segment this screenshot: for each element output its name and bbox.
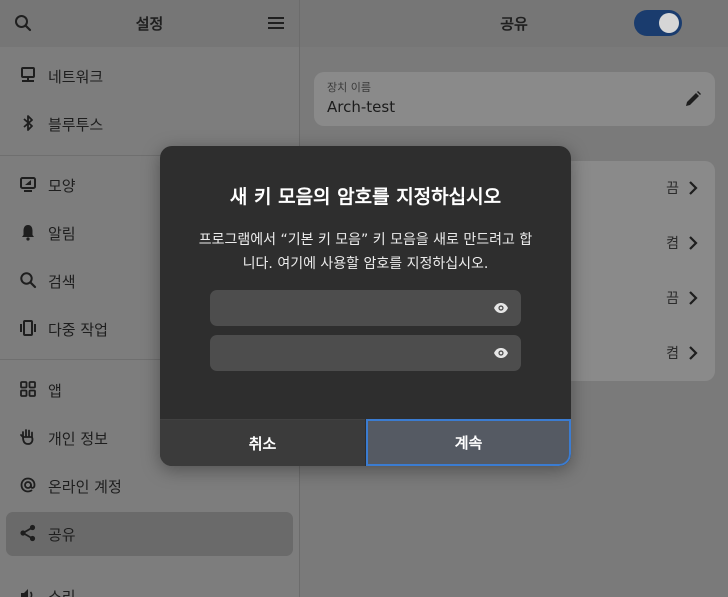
- network-icon: [21, 67, 35, 82]
- sidebar-item-label: 소리: [48, 588, 76, 597]
- bluetooth-icon: [23, 115, 33, 131]
- sidebar-item-label: 앱: [48, 382, 62, 400]
- multitasking-icon: [20, 320, 36, 336]
- row-state: 켬: [666, 346, 679, 362]
- apps-grid-icon: [20, 381, 36, 397]
- dialog-title: 새 키 모음의 암호를 지정하십시오: [229, 186, 502, 208]
- chevron-right-icon: [689, 346, 698, 360]
- chevron-right-icon: [689, 291, 698, 305]
- hand-icon: [20, 429, 34, 445]
- sidebar-item-label: 알림: [48, 225, 76, 243]
- row-state: 켬: [666, 236, 679, 252]
- device-name-row[interactable]: 장치 이름 Arch-test: [314, 72, 715, 126]
- cancel-button[interactable]: 취소: [160, 419, 365, 466]
- device-name-label: 장치 이름: [327, 81, 371, 94]
- search-icon: [20, 272, 37, 289]
- dialog-message: 프로그램에서 “기본 키 모음” 키 모음을 새로 만드려고 합니다. 여기에 …: [198, 232, 533, 272]
- toggle-knob: [659, 13, 679, 33]
- share-icon: [20, 524, 36, 542]
- appearance-icon: [20, 177, 36, 192]
- main-menu-button[interactable]: [261, 8, 291, 38]
- pencil-icon[interactable]: [683, 89, 703, 109]
- sidebar-item-label: 개인 정보: [48, 430, 108, 448]
- eye-icon[interactable]: [493, 345, 509, 361]
- sidebar-header: 설정: [0, 0, 299, 47]
- chevron-right-icon: [689, 181, 698, 195]
- dialog-actions: 취소 계속: [160, 419, 571, 466]
- password-field[interactable]: [210, 290, 521, 326]
- sidebar-item-label: 네트워크: [48, 68, 104, 86]
- sidebar-item-label: 다중 작업: [48, 321, 108, 339]
- sidebar-item-network[interactable]: 네트워크: [6, 54, 293, 98]
- sidebar-item-label: 모양: [48, 177, 76, 195]
- settings-window: 설정 네트워크 블루투스 모양 알림 검색 다중 작업 앱 개인 정보 온라인 …: [0, 0, 728, 597]
- row-state: 끔: [666, 181, 679, 197]
- row-state: 끔: [666, 291, 679, 307]
- sidebar-item-sound[interactable]: 소리: [6, 574, 293, 597]
- confirm-password-field[interactable]: [210, 335, 521, 371]
- sharing-toggle[interactable]: [634, 10, 682, 36]
- sidebar-title: 설정: [135, 15, 164, 33]
- sidebar-item-label: 블루투스: [48, 116, 104, 134]
- bell-icon: [22, 225, 34, 241]
- hamburger-menu-icon: [268, 17, 284, 29]
- sidebar-item-bluetooth[interactable]: 블루투스: [6, 102, 293, 146]
- sidebar-item-online-accounts[interactable]: 온라인 계정: [6, 464, 293, 508]
- at-icon: [20, 477, 36, 493]
- speaker-icon: [21, 589, 33, 597]
- keyring-password-dialog: 새 키 모음의 암호를 지정하십시오 프로그램에서 “기본 키 모음” 키 모음…: [160, 146, 571, 466]
- eye-icon[interactable]: [493, 300, 509, 316]
- content-header: 공유: [300, 0, 728, 47]
- continue-button[interactable]: 계속: [366, 419, 571, 466]
- chevron-right-icon: [689, 236, 698, 250]
- sidebar-item-label: 온라인 계정: [48, 478, 122, 496]
- sidebar-item-label: 검색: [48, 273, 76, 291]
- sidebar-item-sharing[interactable]: 공유: [6, 512, 293, 556]
- device-name-value: Arch-test: [327, 98, 396, 116]
- sidebar-item-label: 공유: [48, 526, 76, 544]
